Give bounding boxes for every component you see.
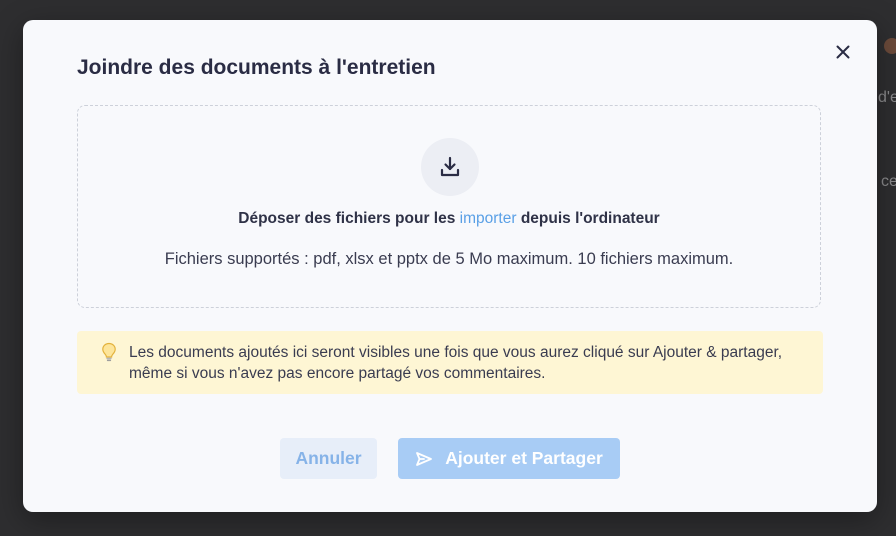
background-text-fragment: ce xyxy=(881,173,896,190)
dropzone-instructions: Déposer des fichiers pour les importer d… xyxy=(78,210,820,228)
file-dropzone[interactable]: Déposer des fichiers pour les importer d… xyxy=(77,105,821,308)
download-icon xyxy=(440,156,460,177)
close-button[interactable] xyxy=(831,40,855,64)
send-icon xyxy=(415,451,433,467)
info-text: Les documents ajoutés ici seront visible… xyxy=(129,344,783,382)
dropzone-text-before: Déposer des fichiers pour les xyxy=(238,210,460,227)
add-and-share-button[interactable]: Ajouter et Partager xyxy=(398,438,620,479)
modal-title: Joindre des documents à l'entretien xyxy=(77,56,436,79)
add-and-share-label: Ajouter et Partager xyxy=(445,448,603,468)
close-icon xyxy=(836,45,850,59)
dropzone-text-after: depuis l'ordinateur xyxy=(516,210,660,227)
info-banner: Les documents ajoutés ici seront visible… xyxy=(77,331,823,394)
background-avatar xyxy=(884,38,896,54)
cancel-button[interactable]: Annuler xyxy=(280,438,377,479)
lightbulb-icon xyxy=(102,342,116,362)
attach-documents-modal: Joindre des documents à l'entretien Dépo… xyxy=(23,20,877,512)
upload-circle xyxy=(421,138,479,196)
import-link[interactable]: importer xyxy=(460,210,517,227)
supported-files-text: Fichiers supportés : pdf, xlsx et pptx d… xyxy=(164,250,734,268)
background-text-fragment: d'e xyxy=(878,89,896,106)
